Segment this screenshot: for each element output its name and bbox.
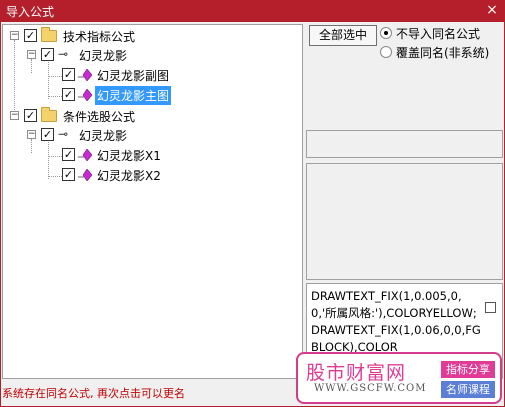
formula-folder-label: 幻灵龙影	[79, 129, 128, 143]
collapse-icon[interactable]: −	[27, 50, 36, 59]
formula-folder-checkbox[interactable]: ✓	[41, 128, 54, 141]
radio-skip-same-name[interactable]	[380, 27, 392, 39]
collapse-icon[interactable]: −	[10, 111, 19, 120]
tree-line	[48, 176, 62, 177]
folder-icon	[41, 27, 57, 42]
collapse-icon[interactable]: −	[10, 31, 19, 40]
tree-line	[31, 59, 32, 73]
info-panel	[306, 130, 503, 158]
radio-overwrite[interactable]	[380, 46, 392, 58]
formula-tree[interactable]: − ✓ 技术指标公式 − ✓ ⊸ 幻灵龙影 ✓ 幻灵龙影副图 ✓ 幻灵龙影主图 …	[2, 24, 303, 379]
close-icon[interactable]: ×	[483, 1, 501, 19]
leaf-label: 幻灵龙影X1	[97, 149, 161, 163]
group-checkbox[interactable]: ✓	[24, 29, 37, 42]
code-text: DRAWTEXT_FIX(1,0.005,0,0,'所属风格:'),COLORY…	[311, 289, 481, 354]
group-checkbox[interactable]: ✓	[24, 109, 37, 122]
formula-icon	[78, 169, 92, 181]
leaf-label: 幻灵龙影X2	[97, 169, 161, 183]
formula-folder-label: 幻灵龙影	[79, 49, 128, 63]
leaf-label: 幻灵龙影主图	[95, 86, 172, 105]
title-bar: 导入公式 ×	[0, 0, 505, 22]
group-label: 技术指标公式	[63, 30, 136, 44]
radio-skip-label: 不导入同名公式	[396, 27, 481, 41]
tree-line	[14, 40, 15, 120]
key-icon: ⊸	[58, 127, 69, 141]
site-watermark: 股市财富网 WWW.GSCFW.COM 指标分享 名师课程	[296, 352, 502, 404]
code-checkbox[interactable]	[485, 302, 496, 313]
watermark-title: 股市财富网	[306, 362, 407, 384]
formula-icon	[78, 149, 92, 161]
tree-line	[48, 96, 62, 97]
status-message: 系统存在同名公式, 再次点击可以更名	[2, 387, 185, 400]
leaf-checkbox[interactable]: ✓	[62, 68, 75, 81]
tree-line	[48, 76, 62, 77]
formula-icon	[78, 89, 92, 101]
leaf-checkbox[interactable]: ✓	[62, 88, 75, 101]
key-icon: ⊸	[58, 47, 69, 61]
tree-line	[31, 139, 32, 153]
description-panel	[306, 163, 503, 280]
window-title: 导入公式	[6, 5, 55, 19]
collapse-icon[interactable]: −	[27, 130, 36, 139]
group-label: 条件选股公式	[63, 110, 136, 124]
leaf-checkbox[interactable]: ✓	[62, 148, 75, 161]
watermark-tag-course: 名师课程	[441, 381, 495, 398]
tree-line	[48, 156, 62, 157]
select-all-button[interactable]: 全部选中	[309, 25, 377, 46]
folder-icon	[41, 107, 57, 122]
tree-line	[48, 59, 49, 99]
formula-icon	[78, 69, 92, 81]
watermark-tag-share: 指标分享	[441, 361, 495, 378]
watermark-url: WWW.GSCFW.COM	[314, 383, 427, 394]
leaf-label: 幻灵龙影副图	[97, 69, 170, 83]
leaf-checkbox[interactable]: ✓	[62, 168, 75, 181]
tree-line	[48, 139, 49, 179]
formula-folder-checkbox[interactable]: ✓	[41, 48, 54, 61]
radio-overwrite-label: 覆盖同名(非系统)	[396, 46, 490, 60]
